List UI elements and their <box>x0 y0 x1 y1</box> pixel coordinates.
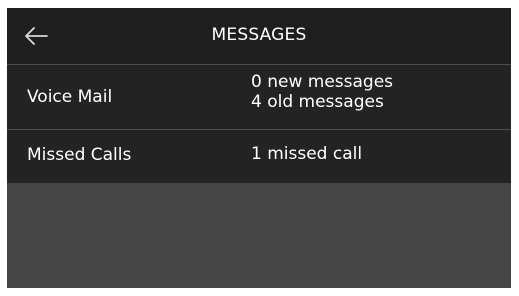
missed-calls-row[interactable]: Missed Calls 1 missed call <box>7 130 511 183</box>
missed-calls-label: Missed Calls <box>27 145 132 165</box>
old-messages-count: 4 old messages <box>251 92 384 112</box>
page-title: MESSAGES <box>211 25 307 45</box>
voice-mail-status: 0 new messages 4 old messages <box>251 72 393 112</box>
messages-screen: MESSAGES Voice Mail 0 new messages 4 old… <box>7 8 511 288</box>
new-messages-count: 0 new messages <box>251 72 394 92</box>
voice-mail-row[interactable]: Voice Mail 0 new messages 4 old messages <box>7 65 511 129</box>
header-bar: MESSAGES <box>7 8 511 64</box>
missed-calls-status: 1 missed call <box>251 144 362 164</box>
voice-mail-label: Voice Mail <box>27 87 113 107</box>
missed-call-count: 1 missed call <box>251 144 363 164</box>
